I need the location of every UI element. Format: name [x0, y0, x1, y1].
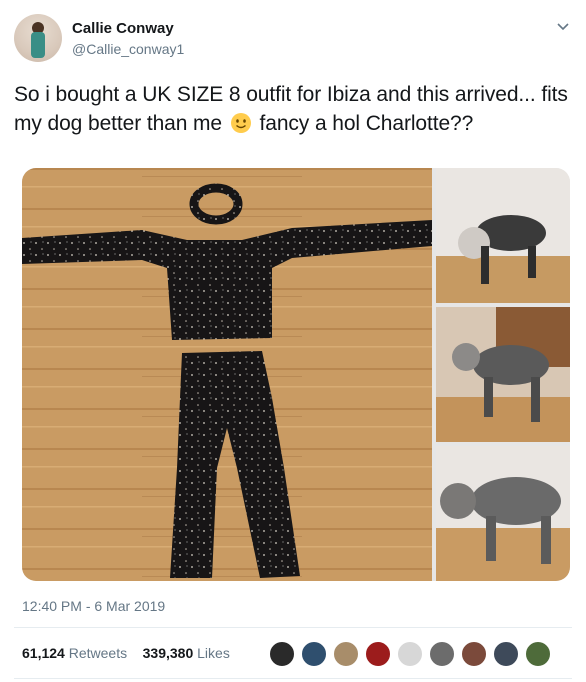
tweet-text: So i bought a UK SIZE 8 outfit for Ibiza… [14, 80, 582, 138]
user-avatar[interactable] [14, 14, 62, 62]
liker-avatar[interactable] [268, 640, 296, 668]
tweet-media-grid [22, 168, 570, 581]
avatar-figure [31, 32, 45, 58]
liker-avatar[interactable] [300, 640, 328, 668]
likes-count: 339,380 [142, 645, 194, 661]
tweet-stats: 61,124 Retweets 339,380 Likes [22, 645, 230, 661]
liker-avatar[interactable] [460, 640, 488, 668]
liker-avatar[interactable] [332, 640, 360, 668]
user-handle[interactable]: @Callie_conway1 [72, 41, 184, 57]
retweets-stat[interactable]: 61,124 Retweets [22, 645, 131, 661]
tweet-timestamp[interactable]: 12:40 PM - 6 Mar 2019 [22, 598, 165, 614]
dog-in-outfit-photo-3[interactable] [436, 446, 570, 581]
liker-avatar[interactable] [396, 640, 424, 668]
liker-avatar[interactable] [364, 640, 392, 668]
tweet-header: Callie Conway @Callie_conway1 [14, 14, 574, 64]
liker-avatar[interactable] [428, 640, 456, 668]
tweet-text-part2: fancy a hol Charlotte?? [259, 112, 474, 135]
outfit-laid-out-photo[interactable] [22, 168, 432, 581]
liker-avatar[interactable] [524, 640, 552, 668]
liker-avatar[interactable] [492, 640, 520, 668]
slightly-smiling-face-icon [230, 113, 251, 133]
retweets-label: Retweets [68, 645, 128, 661]
chevron-down-icon[interactable] [554, 18, 572, 36]
dog-in-outfit-photo-1[interactable] [436, 168, 570, 303]
retweets-count: 61,124 [22, 645, 65, 661]
likes-label: Likes [197, 645, 230, 661]
display-name[interactable]: Callie Conway [72, 20, 174, 37]
dog-in-outfit-photo-2[interactable] [436, 307, 570, 442]
divider [14, 627, 572, 628]
likes-stat[interactable]: 339,380 Likes [143, 645, 230, 661]
divider [14, 678, 572, 679]
